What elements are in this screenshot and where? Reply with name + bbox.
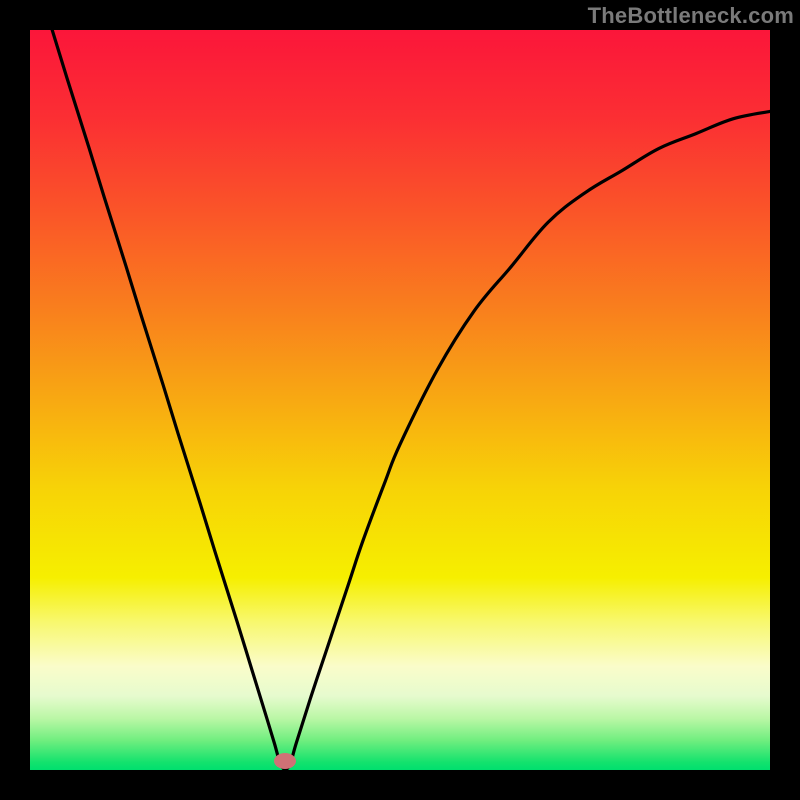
chart-svg [30, 30, 770, 770]
gradient-background [30, 30, 770, 770]
plot-area [30, 30, 770, 770]
watermark-text: TheBottleneck.com [588, 3, 794, 29]
optimal-point-marker [274, 753, 296, 769]
chart-frame: TheBottleneck.com [0, 0, 800, 800]
